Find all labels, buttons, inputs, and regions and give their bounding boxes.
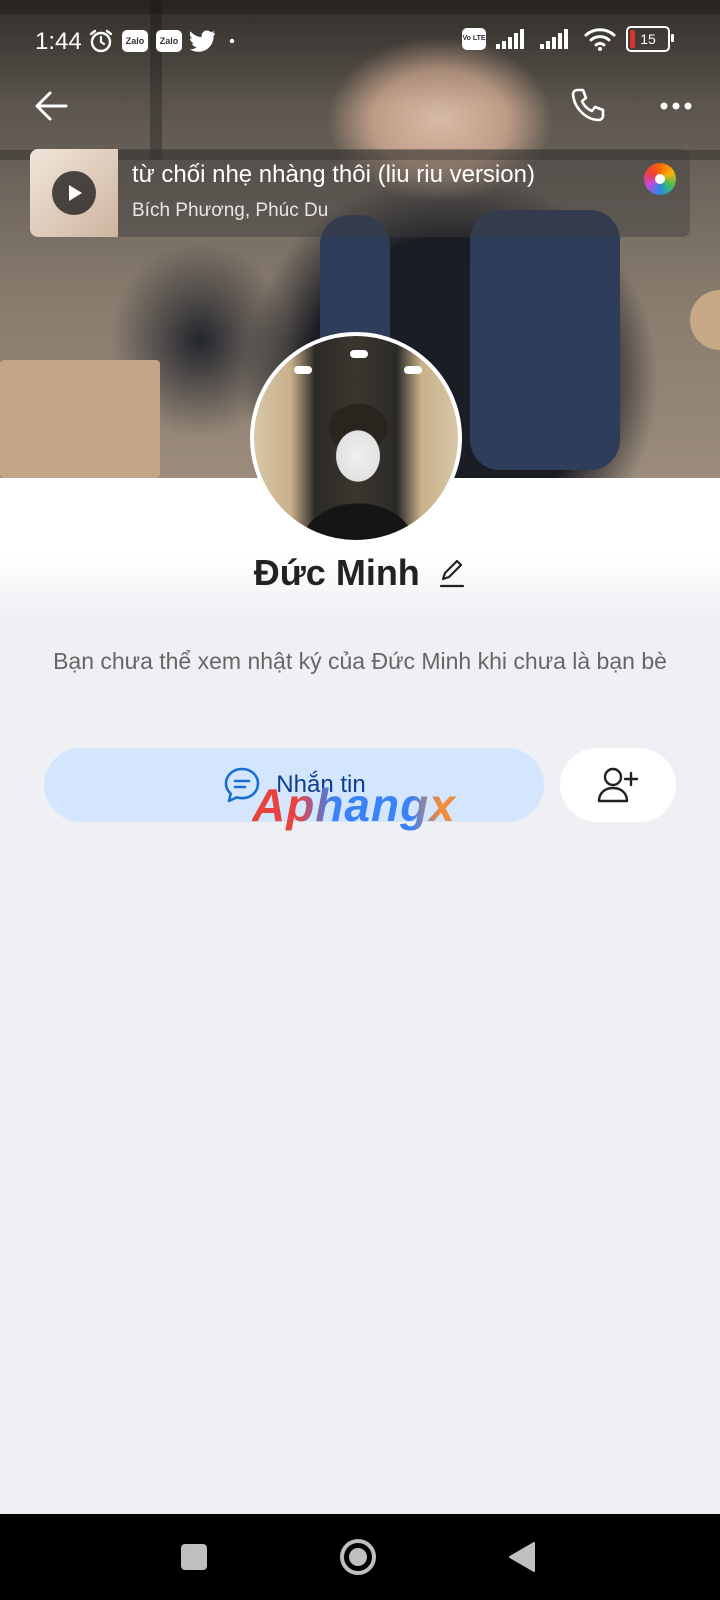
add-friend-button[interactable] (560, 748, 676, 822)
profile-music-card[interactable]: từ chối nhẹ nhàng thôi (liu riu version)… (30, 149, 690, 237)
album-cover (30, 149, 118, 237)
recents-square-icon (181, 1544, 207, 1570)
home-circle-icon (340, 1539, 376, 1575)
watermark: Aphangx (252, 779, 456, 831)
zalo-icon: Zalo (156, 30, 182, 52)
play-button[interactable] (52, 171, 96, 215)
profile-name: Đức Minh (253, 552, 420, 593)
wifi-icon (584, 27, 616, 51)
avatar[interactable] (250, 332, 462, 544)
nav-back-button[interactable] (500, 1535, 544, 1579)
battery-icon: 15 (626, 26, 674, 52)
system-nav-bar (0, 1514, 720, 1600)
diary-locked-notice: Bạn chưa thể xem nhật ký của Đức Minh kh… (53, 648, 667, 674)
signal-icon (496, 28, 530, 50)
dot-icon (224, 30, 240, 52)
edit-name-button[interactable] (438, 557, 466, 589)
play-icon (69, 185, 82, 201)
volte-icon: Vo LTE (462, 28, 486, 50)
zalo-icon: Zalo (122, 30, 148, 52)
music-disc-icon (644, 163, 676, 195)
recents-button[interactable] (172, 1535, 216, 1579)
home-button[interactable] (336, 1535, 380, 1579)
song-artist: Bích Phương, Phúc Du (132, 200, 329, 221)
back-button[interactable] (32, 86, 72, 126)
signal-icon (540, 28, 574, 50)
more-icon (660, 102, 692, 110)
more-button[interactable] (656, 86, 696, 126)
twitter-icon (190, 30, 216, 52)
back-triangle-icon (509, 1542, 535, 1572)
pencil-icon (440, 559, 465, 588)
call-button[interactable] (568, 86, 608, 126)
phone-icon (571, 88, 605, 122)
status-time: 1:44 (35, 28, 82, 55)
song-title: từ chối nhẹ nhàng thôi (liu riu version) (132, 161, 535, 188)
alarm-icon (88, 28, 114, 54)
status-bar: 1:44 Zalo Zalo Vo LTE 15 (0, 20, 720, 60)
add-friend-icon (597, 767, 639, 803)
back-arrow-icon (35, 91, 68, 121)
